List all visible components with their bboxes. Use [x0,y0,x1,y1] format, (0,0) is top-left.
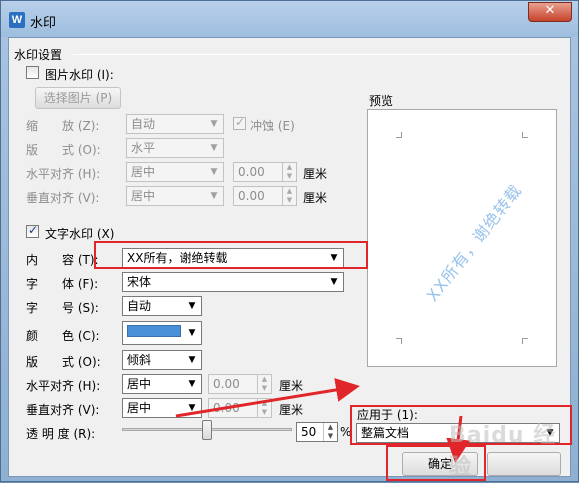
annotation-arrows [175,378,471,463]
watermark-dialog: W 水印 ✕ 水印设置 图片水印 (I): 选择图片 (P) 缩 放 (Z): … [0,0,579,482]
baidu-watermark-logo: Baidu 经验 [449,423,557,480]
arrow-to-apply-to [175,378,360,418]
